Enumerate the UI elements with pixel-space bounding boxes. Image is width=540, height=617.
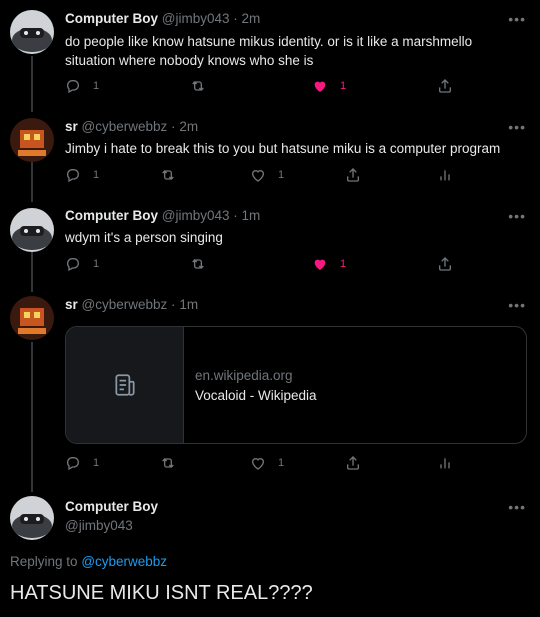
reply-button[interactable]: 1	[65, 78, 99, 94]
handle[interactable]: @cyberwebbz	[82, 297, 168, 312]
reply-button[interactable]: 1	[65, 256, 99, 272]
tweet-actions: 1 1	[65, 455, 465, 473]
display-name[interactable]: sr	[65, 119, 78, 134]
share-icon	[347, 456, 359, 470]
tweet-actions: 1 1	[65, 167, 465, 185]
like-count: 1	[278, 457, 285, 469]
timestamp[interactable]: 2m	[179, 119, 198, 134]
reply-count: 1	[93, 258, 100, 270]
thread-line	[31, 162, 33, 202]
retweet-button[interactable]	[190, 78, 206, 94]
reply-count: 1	[93, 457, 100, 469]
display-name[interactable]: Computer Boy	[65, 499, 158, 514]
analytics-icon	[440, 170, 450, 181]
retweet-button[interactable]	[160, 167, 176, 183]
reply-button[interactable]: 1	[65, 455, 99, 471]
reply-icon	[66, 457, 79, 471]
heart-icon	[314, 81, 326, 92]
replying-to-link[interactable]: @cyberwebbz	[81, 554, 167, 569]
avatar[interactable]	[10, 118, 54, 162]
like-button[interactable]: 1	[312, 256, 346, 272]
share-button[interactable]	[345, 167, 361, 183]
article-icon	[114, 374, 135, 396]
like-count: 1	[278, 169, 285, 181]
separator: ·	[233, 208, 238, 223]
card-title: Vocaloid - Wikipedia	[195, 388, 317, 403]
timestamp[interactable]: 1m	[179, 297, 198, 312]
tweet-text: Jimby i hate to break this to you but ha…	[65, 141, 501, 156]
reply-count: 1	[93, 80, 100, 92]
tweet-header: sr @cyberwebbz · 2m	[65, 119, 198, 134]
tweet-header: sr @cyberwebbz · 1m	[65, 297, 198, 312]
reply-icon	[66, 80, 79, 94]
tweet-actions: 1 1	[65, 78, 465, 96]
avatar[interactable]	[10, 208, 54, 252]
avatar[interactable]	[10, 10, 54, 54]
avatar[interactable]	[10, 496, 54, 540]
handle[interactable]: @jimby043	[162, 11, 230, 26]
like-button[interactable]: 1	[250, 167, 284, 183]
focus-handle-row: @jimby043	[65, 518, 133, 533]
share-button[interactable]	[437, 256, 453, 272]
timestamp[interactable]: 1m	[242, 208, 261, 223]
retweet-icon	[192, 81, 204, 91]
focus-tweet-text: HATSUNE MIKU ISNT REAL????	[10, 582, 313, 604]
analytics-icon	[440, 458, 450, 469]
link-card[interactable]: en.wikipedia.org Vocaloid - Wikipedia	[65, 326, 527, 444]
reply-icon	[66, 169, 79, 183]
card-domain: en.wikipedia.org	[195, 368, 293, 383]
reply-icon	[66, 258, 79, 272]
heart-icon	[251, 170, 265, 182]
share-icon	[439, 79, 451, 93]
tweet-text: do people like know hatsune mikus identi…	[65, 34, 473, 68]
more-icon[interactable]: •••	[508, 297, 526, 313]
like-count: 1	[340, 258, 347, 270]
display-name[interactable]: sr	[65, 297, 78, 312]
separator: ·	[171, 119, 176, 134]
handle[interactable]: @jimby043	[65, 518, 133, 533]
tweet-header: Computer Boy @jimby043 · 1m	[65, 208, 260, 223]
share-button[interactable]	[345, 455, 361, 471]
share-button[interactable]	[437, 78, 453, 94]
separator: ·	[171, 297, 176, 312]
heart-icon	[314, 259, 326, 270]
heart-icon	[251, 458, 265, 470]
analytics-button[interactable]	[437, 455, 453, 471]
more-icon[interactable]: •••	[508, 119, 526, 135]
like-count: 1	[340, 80, 347, 92]
tweet-header: Computer Boy @jimby043 · 2m	[65, 11, 260, 26]
more-icon[interactable]: •••	[508, 11, 526, 27]
thread-line	[31, 56, 33, 112]
reply-button[interactable]: 1	[65, 167, 99, 183]
retweet-icon	[162, 458, 174, 468]
retweet-button[interactable]	[190, 256, 206, 272]
retweet-icon	[192, 259, 204, 269]
timestamp[interactable]: 2m	[242, 11, 261, 26]
analytics-button[interactable]	[437, 167, 453, 183]
display-name[interactable]: Computer Boy	[65, 11, 158, 26]
retweet-icon	[162, 170, 174, 180]
handle[interactable]: @jimby043	[162, 208, 230, 223]
avatar[interactable]	[10, 296, 54, 340]
handle[interactable]: @cyberwebbz	[82, 119, 168, 134]
replying-prefix: Replying to	[10, 554, 78, 569]
more-icon[interactable]: •••	[508, 499, 526, 515]
reply-count: 1	[93, 169, 100, 181]
tweet-text: wdym it's a person singing	[65, 230, 223, 245]
more-icon[interactable]: •••	[508, 208, 526, 224]
display-name[interactable]: Computer Boy	[65, 208, 158, 223]
thread-line	[31, 252, 33, 292]
card-thumbnail	[66, 327, 184, 443]
focus-display-name-row: Computer Boy	[65, 499, 158, 514]
share-icon	[439, 257, 451, 271]
like-button[interactable]: 1	[250, 455, 284, 471]
like-button[interactable]: 1	[312, 78, 346, 94]
thread-line	[31, 342, 33, 492]
separator: ·	[233, 11, 238, 26]
replying-to: Replying to @cyberwebbz	[10, 554, 167, 569]
retweet-button[interactable]	[160, 455, 176, 471]
tweet-actions: 1 1	[65, 256, 465, 274]
share-icon	[347, 168, 359, 182]
